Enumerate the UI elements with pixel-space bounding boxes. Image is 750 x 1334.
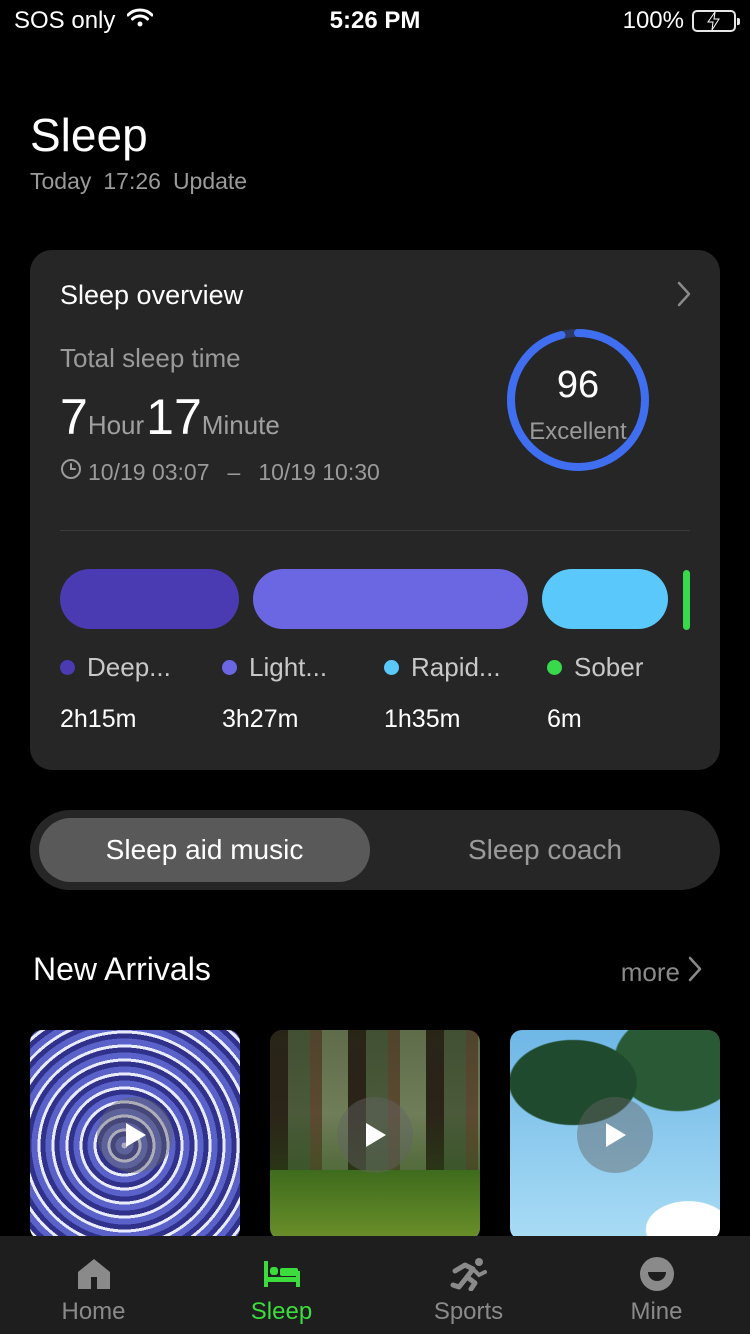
music-thumbnail[interactable] (510, 1030, 720, 1240)
minutes-unit: Minute (201, 410, 280, 440)
sleep-time-range: 10/19 03:07 – 10/19 10:30 (60, 458, 380, 486)
status-right: 100% (622, 7, 740, 35)
battery-icon (692, 10, 740, 32)
score-rating: Excellent (529, 418, 627, 445)
more-link[interactable]: more (621, 956, 702, 989)
total-sleep-label: Total sleep time (60, 343, 241, 373)
chevron-right-icon[interactable] (676, 280, 692, 313)
legend-label: Light... (249, 652, 328, 682)
minutes-value: 17 (146, 389, 202, 445)
tab-label: Home (61, 1298, 126, 1325)
tab-sleep-coach[interactable]: Sleep coach (370, 818, 720, 882)
sleep-duration: 7 Hour 17 Minute (60, 388, 282, 446)
light-dot-icon (222, 660, 237, 675)
new-arrivals-title: New Arrivals (33, 951, 211, 987)
rapid-dot-icon (384, 660, 399, 675)
deep-dot-icon (60, 660, 75, 675)
bed-icon (262, 1256, 302, 1292)
battery-percent: 100% (622, 7, 684, 34)
legend-value: 6m (547, 705, 582, 733)
hours-value: 7 (60, 389, 88, 445)
home-icon (76, 1256, 112, 1292)
music-thumbnail[interactable] (30, 1030, 240, 1240)
update-subtitle: Today 17:26 Update (30, 168, 247, 195)
legend-value: 1h35m (384, 705, 461, 733)
play-icon[interactable] (337, 1097, 413, 1173)
range-dash: – (227, 458, 241, 485)
legend-label: Sober (574, 652, 644, 682)
play-icon[interactable] (577, 1097, 653, 1173)
clock-icon (60, 458, 82, 486)
legend-value: 2h15m (60, 705, 137, 733)
subtitle-time: 17:26 (103, 168, 161, 194)
sleep-end: 10/19 10:30 (258, 458, 380, 485)
legend-item-sober: Sober 6m (547, 652, 697, 734)
tab-sports[interactable]: Sports (375, 1236, 562, 1334)
sleep-segment-control: Sleep aid music Sleep coach (30, 810, 720, 890)
legend-label: Rapid... (411, 652, 501, 682)
subtitle-day: Today (30, 168, 92, 194)
more-label: more (620, 957, 680, 987)
legend-value: 3h27m (222, 705, 299, 733)
status-bar: SOS only 5:26 PM 100% (0, 0, 750, 40)
legend-label: Deep... (87, 652, 171, 682)
tab-sleep-aid-music[interactable]: Sleep aid music (39, 818, 370, 882)
sober-dot-icon (547, 660, 562, 675)
page-title: Sleep (30, 109, 148, 161)
sleep-start: 10/19 03:07 (88, 458, 210, 485)
hours-unit: Hour (87, 410, 145, 440)
update-link[interactable]: Update (173, 168, 247, 195)
legend-item-light: Light... 3h27m (222, 652, 372, 734)
play-icon[interactable] (97, 1097, 173, 1173)
legend-item-deep: Deep... 2h15m (60, 652, 210, 734)
tab-label: Mine (630, 1298, 683, 1325)
running-icon (449, 1256, 489, 1292)
stage-bar-deep (60, 569, 239, 629)
tab-home[interactable]: Home (0, 1236, 187, 1334)
sleep-score: 96 (556, 364, 600, 406)
stage-bar-rapid (542, 569, 668, 629)
tab-label: Sleep (250, 1298, 313, 1325)
chevron-right-icon (688, 956, 702, 989)
stage-bar-light (253, 569, 528, 629)
card-divider (60, 530, 690, 531)
tab-mine[interactable]: Mine (563, 1236, 750, 1334)
music-thumbnail[interactable] (270, 1030, 480, 1240)
bottom-tab-bar: Home Sleep Sports Mine (0, 1236, 750, 1334)
stage-bar-sober (683, 570, 690, 630)
sleep-overview-card[interactable]: Sleep overview Total sleep time 7 Hour 1… (30, 250, 720, 770)
card-title: Sleep overview (60, 280, 244, 310)
profile-icon (639, 1256, 675, 1292)
tab-sleep[interactable]: Sleep (188, 1236, 375, 1334)
tab-label: Sports (433, 1298, 504, 1325)
legend-item-rapid: Rapid... 1h35m (384, 652, 534, 734)
